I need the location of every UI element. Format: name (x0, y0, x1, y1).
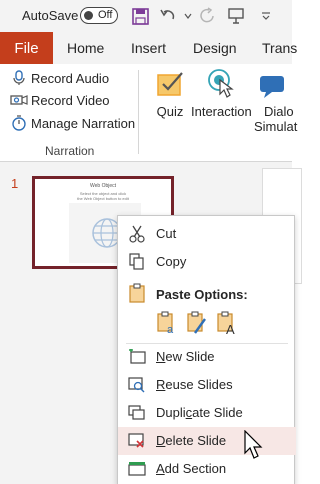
present-icon[interactable] (226, 6, 246, 26)
ribbon-tabs: File Home Insert Design Trans (0, 32, 297, 64)
tab-transitions[interactable]: Trans (262, 40, 297, 56)
quiz-button[interactable]: Quiz (154, 68, 186, 119)
duplicate-slide-icon (127, 403, 147, 423)
new-slide-icon (127, 347, 147, 367)
paste-options-header: Paste Options: (156, 287, 248, 302)
new-slide-rest: ew Slide (165, 349, 215, 364)
dialog-simulation-label-1: Dialo (264, 104, 294, 119)
menu-item-add-section[interactable]: Add Section (118, 455, 296, 483)
toggle-knob (84, 11, 93, 20)
record-video-label: Record Video (31, 92, 110, 108)
microphone-icon (10, 69, 28, 87)
copy-icon (127, 252, 147, 272)
ribbon: Record Audio Record Video Manage Narrati… (0, 64, 297, 162)
autosave-state: Off (98, 9, 113, 21)
save-icon[interactable] (130, 6, 150, 26)
svg-text:A: A (226, 322, 235, 335)
record-audio-button[interactable]: Record Audio (10, 67, 109, 89)
menu-item-copy-label: Copy (156, 254, 187, 269)
interaction-button[interactable]: Interaction (191, 68, 252, 119)
undo-icon[interactable] (158, 6, 178, 26)
clipboard-icon (128, 283, 148, 303)
tab-file[interactable]: File (0, 32, 53, 64)
slide-number: 1 (11, 176, 19, 191)
svg-text:a: a (167, 324, 174, 335)
menu-item-reuse-slides-label: Reuse Slides (156, 377, 233, 392)
record-audio-label: Record Audio (31, 70, 110, 86)
manage-narration-label: Manage Narration (31, 115, 136, 131)
group-separator (138, 70, 139, 154)
menu-item-add-section-label: Add Section (156, 461, 227, 476)
manage-narration-button[interactable]: Manage Narration (10, 112, 135, 134)
narration-group-label: Narration (45, 144, 95, 158)
dialog-simulation-label-2: Simulat (254, 119, 298, 134)
menu-item-duplicate-slide[interactable]: Duplicate Slide (118, 399, 296, 427)
video-camera-icon (10, 91, 28, 109)
scissors-icon (127, 224, 147, 244)
autosave-toggle[interactable]: Off (80, 7, 118, 24)
paste-keep-text-only-icon[interactable]: A (215, 311, 239, 335)
quiz-label: Quiz (156, 104, 184, 119)
thumb-title: Web Object (89, 183, 117, 189)
menu-item-reuse-slides[interactable]: Reuse Slides (118, 371, 296, 399)
mouse-cursor-icon (244, 430, 263, 459)
tab-design[interactable]: Design (193, 40, 237, 56)
thumb-subtitle: Select the object and click the Web Obje… (35, 191, 171, 201)
dialog-simulation-icon (254, 68, 286, 100)
reuse-slides-icon (127, 375, 147, 395)
menu-item-duplicate-slide-label: Duplicate Slide (156, 405, 243, 420)
autosave-label: AutoSave (22, 8, 79, 23)
quiz-icon (154, 68, 186, 100)
tab-home[interactable]: Home (67, 40, 104, 56)
menu-item-cut-label: Cut (156, 226, 177, 241)
paste-keep-source-formatting-icon[interactable] (185, 311, 209, 335)
context-menu: Cut Copy Paste Options: a A New Slide Re… (117, 215, 296, 484)
interaction-icon (205, 68, 237, 100)
reuse-slides-rest: euse Slides (165, 377, 233, 392)
undo-dropdown-icon[interactable] (178, 6, 198, 26)
redo-icon[interactable] (198, 6, 218, 26)
menu-item-delete-slide[interactable]: Delete Slide (118, 427, 296, 455)
menu-item-new-slide[interactable]: New Slide (118, 343, 296, 371)
paste-use-destination-theme-icon[interactable]: a (155, 311, 179, 335)
interaction-label: Interaction (191, 104, 252, 119)
record-video-button[interactable]: Record Video (10, 89, 110, 111)
menu-item-cut[interactable]: Cut (118, 220, 296, 248)
stopwatch-icon (10, 114, 28, 132)
menu-item-new-slide-label: New Slide (156, 349, 215, 364)
thumb-subtitle-line-2: the Web Object button to edit (77, 196, 129, 201)
title-bar: AutoSave Off (0, 0, 292, 32)
customize-qat-icon[interactable] (256, 6, 276, 26)
menu-item-copy[interactable]: Copy (118, 248, 296, 276)
tab-insert[interactable]: Insert (131, 40, 166, 56)
add-section-icon (127, 459, 147, 479)
menu-item-delete-slide-label: Delete Slide (156, 433, 227, 448)
delete-slide-icon (127, 431, 147, 451)
dialog-simulation-button[interactable]: Dialo Simulat (254, 68, 297, 134)
